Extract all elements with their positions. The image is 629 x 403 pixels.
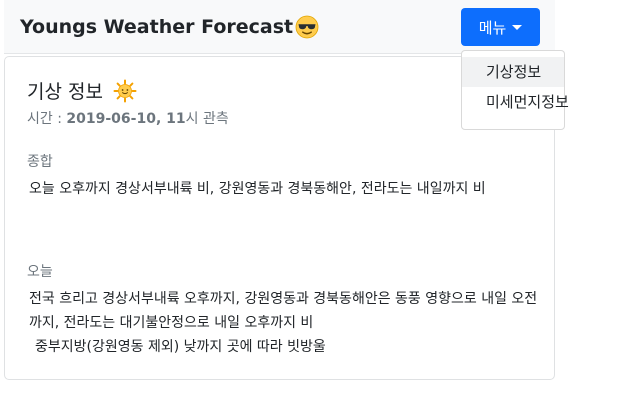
brand[interactable]: Youngs Weather Forecast (20, 15, 319, 39)
observation-time-prefix: 시간 : (27, 111, 67, 127)
today-text-line-2: 중부지방(강원영동 제외) 낮까지 곳에 따라 빗방울 (35, 339, 326, 355)
today-text: 전국 흐리고 경상서부내륙 오후까지, 강원영동과 경북동해안은 동풍 영향으로… (29, 287, 539, 359)
today-text-line-1: 전국 흐리고 경상서부내륙 오후까지, 강원영동과 경북동해안은 동풍 영향으로… (29, 291, 538, 331)
caret-down-icon (512, 24, 523, 30)
summary-text: 오늘 오후까지 경상서부내륙 비, 강원영동과 경북동해안, 전라도는 내일까지… (29, 181, 486, 197)
observation-time-value: 2019-06-10, 11 (66, 111, 186, 127)
today-label: 오늘 (27, 264, 53, 280)
card-title-text: 기상 정보 (27, 81, 103, 103)
brand-title: Youngs Weather Forecast (20, 16, 294, 38)
menu-button-label: 메뉴 (478, 18, 507, 37)
sunglasses-face-icon (295, 15, 319, 39)
card-title: 기상 정보 (27, 77, 137, 104)
sun-icon (113, 79, 137, 102)
observation-time-suffix: 시 관측 (185, 111, 229, 127)
dropdown-item-weather[interactable]: 기상정보 (462, 57, 564, 87)
dropdown-item-fine-dust[interactable]: 미세먼지정보 (462, 87, 569, 117)
summary-label: 종합 (27, 154, 53, 170)
observation-time: 시간 : 2019-06-10, 11시 관측 (27, 108, 229, 128)
menu-button[interactable]: 메뉴 (461, 8, 540, 46)
dropdown-menu: 기상정보 미세먼지정보 (461, 50, 569, 130)
